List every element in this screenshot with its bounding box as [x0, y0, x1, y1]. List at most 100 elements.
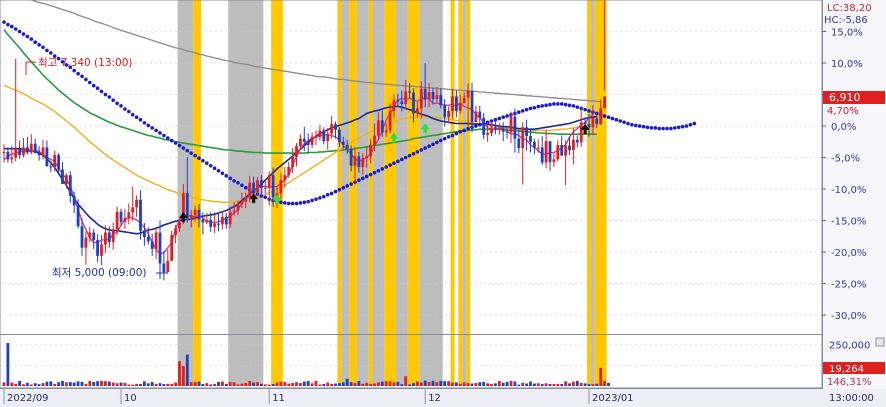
volume-bar: [404, 376, 408, 386]
volume-bar: [591, 384, 595, 386]
volume-bar: [127, 384, 131, 386]
candle-body: [560, 144, 564, 156]
volume-bar: [139, 384, 142, 386]
cloud-dot: [290, 201, 295, 206]
candle-body: [88, 232, 92, 238]
candle-body: [349, 148, 353, 166]
price-tick-label: -10,0%: [831, 185, 866, 196]
candle-body: [326, 133, 330, 142]
volume-bar: [314, 380, 318, 386]
volume-bar: [587, 384, 591, 386]
candle-body: [143, 230, 146, 237]
volume-bar: [295, 382, 298, 386]
cloud-dot: [505, 114, 509, 118]
date-label: 12: [428, 393, 441, 404]
current-volume: 19,264: [829, 364, 864, 375]
volume-bar: [279, 381, 283, 386]
volume-bar: [556, 383, 560, 386]
volume-bar: [560, 384, 564, 386]
candle-body: [111, 229, 115, 242]
volume-ratio: 146,31%: [827, 377, 872, 388]
highlight-band: [341, 0, 350, 334]
candle-body: [279, 180, 283, 194]
candle-body: [552, 159, 556, 162]
candle-body: [22, 147, 25, 156]
highlight-band-volume: [458, 335, 463, 386]
cloud-dot: [10, 24, 14, 29]
volume-bar: [408, 384, 411, 386]
volume-bar: [45, 381, 49, 386]
volume-bar: [540, 384, 544, 386]
volume-bar: [197, 381, 201, 386]
cloud-dot: [626, 121, 630, 126]
volume-bar: [248, 380, 252, 386]
volume-bar: [595, 383, 599, 386]
candle-body: [509, 116, 513, 133]
highlight-band-volume: [228, 335, 264, 386]
candle-body: [533, 141, 536, 148]
cloud-dot: [185, 148, 190, 153]
candle-body: [150, 241, 154, 249]
volume-bar: [228, 382, 232, 386]
volume-bar: [166, 383, 170, 386]
cloud-dot: [49, 51, 53, 55]
candle-body: [232, 210, 236, 212]
highlight-band: [419, 0, 443, 334]
volume-bar: [275, 382, 279, 386]
candle-body: [474, 111, 478, 123]
expand-button[interactable]: [875, 337, 885, 347]
candle-body: [416, 108, 419, 114]
volume-bar: [384, 381, 388, 386]
volume-bar: [92, 382, 96, 386]
volume-bar: [564, 381, 567, 386]
volume-bar: [490, 383, 493, 386]
candle-body: [10, 157, 14, 160]
volume-bar: [80, 381, 84, 386]
volume-bar: [2, 382, 6, 386]
volume-bar: [470, 383, 474, 386]
volume-bar: [182, 366, 185, 386]
cloud-dot: [123, 107, 127, 111]
volume-bar: [68, 382, 72, 386]
candle-body: [217, 223, 220, 225]
cloud-dot: [388, 163, 392, 167]
volume-bar: [497, 381, 501, 386]
volume-bar: [213, 383, 216, 386]
candle-body: [486, 132, 489, 135]
cloud-dot: [559, 102, 564, 106]
volume-bar: [462, 382, 466, 386]
volume-bar: [221, 381, 224, 386]
cloud-dot: [563, 102, 568, 107]
candle-body: [166, 260, 170, 273]
cloud-dot: [150, 126, 154, 130]
highlight-band: [368, 0, 373, 334]
volume-bar: [72, 382, 76, 386]
candle-body: [505, 131, 509, 133]
highlight-band-volume: [368, 335, 373, 386]
cloud-dot: [6, 22, 10, 27]
candle-body: [174, 228, 177, 236]
candle-body: [37, 153, 41, 156]
price-tick-label: -5,0%: [831, 154, 860, 165]
candle-body: [139, 199, 142, 231]
candle-body: [556, 144, 560, 160]
cloud-dot: [283, 201, 287, 205]
volume-bar: [380, 381, 384, 386]
cloud-dot: [622, 120, 626, 125]
volume-bar: [357, 381, 361, 386]
candle-body: [536, 147, 540, 149]
volume-bar: [135, 383, 138, 386]
candle-body: [72, 195, 76, 206]
cloud-dot: [400, 157, 404, 162]
volume-bar: [353, 382, 357, 386]
candle-body: [162, 263, 166, 273]
cloud-dot: [528, 106, 533, 111]
candle-body: [443, 105, 447, 118]
candle-body: [26, 147, 29, 153]
volume-bar: [423, 380, 427, 386]
candle-body: [18, 148, 21, 156]
candle-body: [525, 127, 528, 137]
candle-body: [299, 138, 302, 147]
candle-body: [439, 95, 443, 106]
cloud-dot: [517, 110, 521, 114]
